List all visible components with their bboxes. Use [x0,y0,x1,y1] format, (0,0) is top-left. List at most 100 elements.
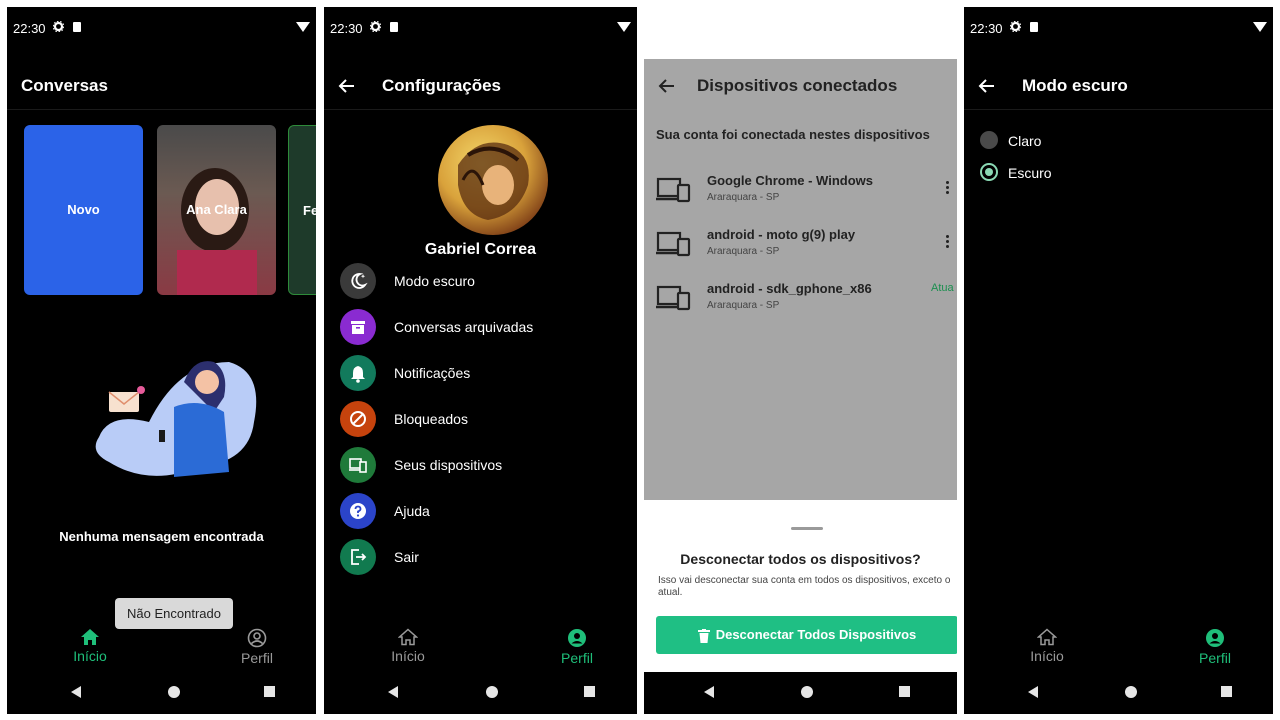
menu-label: Bloqueados [394,411,468,427]
disconnect-all-button[interactable]: Desconectar Todos Dispositivos [656,616,957,654]
home-icon [81,629,99,645]
device-location: Araraquara - SP [707,192,780,203]
more-vert-icon[interactable] [946,181,949,196]
device-row[interactable]: Google Chrome - Windows Araraquara - SP [644,173,957,213]
system-back-icon[interactable] [704,686,714,698]
empty-message: Nenhuma mensagem encontrada [59,529,264,544]
back-arrow-icon[interactable] [978,77,996,95]
nav-profile[interactable]: Perfil [222,622,292,666]
avatar-photo [458,142,529,220]
system-nav [7,672,316,714]
system-recents-icon[interactable] [264,686,275,697]
status-time: 22:30 [330,21,363,36]
system-home-icon[interactable] [486,686,498,698]
system-home-icon[interactable] [801,686,813,698]
app-bar: Conversas [7,65,316,110]
story-card-new[interactable]: Novo [24,125,143,295]
system-back-icon[interactable] [71,686,81,698]
settings-status-icon [1010,21,1021,32]
page-title: Dispositivos conectados [697,76,898,95]
status-bar: 22:30 [964,7,1273,47]
system-home-icon[interactable] [1125,686,1137,698]
avatar[interactable] [438,125,548,235]
more-vert-icon[interactable] [946,235,949,250]
nav-profile-label: Perfil [561,650,593,666]
device-row[interactable]: android - sdk_gphone_x86 Araraquara - SP… [644,281,957,321]
wifi-status-icon [296,22,310,32]
back-arrow-icon[interactable] [658,77,676,95]
menu-label: Sair [394,549,419,565]
system-recents-icon[interactable] [1221,686,1232,697]
devices-subtitle: Sua conta foi conectada nestes dispositi… [656,127,930,142]
page-title: Configurações [382,76,502,95]
system-nav [964,672,1273,714]
menu-item-blocked[interactable]: Bloqueados [340,399,630,439]
app-bar: Modo escuro [964,65,1273,110]
radio-checked-icon[interactable] [980,163,998,181]
nav-home[interactable]: Início [373,622,443,664]
profile-icon [1206,629,1224,647]
settings-status-icon [53,21,64,32]
menu-item-help[interactable]: Ajuda [340,491,630,531]
story-label: Novo [67,202,100,217]
system-back-icon[interactable] [388,686,398,698]
sheet-drag-handle[interactable] [791,527,823,530]
device-row[interactable]: android - moto g(9) play Araraquara - SP [644,227,957,267]
archive-icon [340,309,376,345]
page-title: Conversas [21,76,108,95]
phone-configuracoes: 22:30 Configurações Gabriel Correa Modo … [324,7,637,714]
block-icon [340,401,376,437]
system-recents-icon[interactable] [584,686,595,697]
menu-item-dark-mode[interactable]: Modo escuro [340,261,630,301]
home-icon [1037,628,1057,646]
sheet-description: Isso vai desconectar sua conta em todos … [658,575,951,598]
devices-icon [656,285,691,311]
nav-home-label: Início [73,648,107,664]
status-time: 22:30 [970,21,1003,36]
radio-unchecked-icon[interactable] [980,131,998,149]
disconnect-all-label: Desconectar Todos Dispositivos [715,627,917,642]
story-label: Fe [303,203,316,218]
moon-stars-icon [340,263,376,299]
app-bar: Configurações [324,65,637,110]
status-bar: 22:30 [7,7,316,47]
sdcard-status-icon [73,22,81,32]
phone-dispositivos: Dispositivos conectados Sua conta foi co… [644,7,957,714]
menu-item-devices[interactable]: Seus dispositivos [340,445,630,485]
nav-home-label: Início [391,648,425,664]
bottom-nav: Início Perfil [324,622,637,672]
menu-label: Ajuda [394,503,430,519]
menu-label: Conversas arquivadas [394,319,534,335]
menu-item-logout[interactable]: Sair [340,537,630,577]
radio-label: Claro [1008,133,1042,149]
profile-icon [247,628,267,648]
app-bar: Dispositivos conectados [644,65,957,109]
story-card-partial[interactable]: Fe [288,125,316,295]
system-back-icon[interactable] [1028,686,1038,698]
sheet-title: Desconectar todos os dispositivos? [680,551,921,567]
device-name: Google Chrome - Windows [707,173,873,188]
help-icon [340,493,376,529]
nav-profile[interactable]: Perfil [1180,622,1250,666]
system-home-icon[interactable] [168,686,180,698]
nav-profile-label: Perfil [241,650,273,666]
system-recents-icon[interactable] [899,686,910,697]
profile-name: Gabriel Correa [424,241,537,258]
page-title: Modo escuro [1022,76,1128,95]
system-nav [324,672,637,714]
phone-modo-escuro: 22:30 Modo escuro Claro Escuro Início Pe… [964,7,1273,714]
nav-home[interactable]: Início [1012,622,1082,664]
menu-label: Modo escuro [394,273,475,289]
menu-item-archived[interactable]: Conversas arquivadas [340,307,630,347]
sdcard-status-icon [1030,22,1038,32]
bottom-sheet: Desconectar todos os dispositivos? Isso … [644,500,957,672]
back-arrow-icon[interactable] [338,77,356,95]
story-card-ana-clara[interactable]: Ana Clara [157,125,276,295]
sdcard-status-icon [390,22,398,32]
bottom-nav: Início Perfil [964,622,1273,672]
menu-item-notifications[interactable]: Notificações [340,353,630,393]
profile-icon [568,629,586,647]
nav-home[interactable]: Início [55,622,125,664]
trash-icon [697,628,710,643]
nav-profile[interactable]: Perfil [542,622,612,666]
